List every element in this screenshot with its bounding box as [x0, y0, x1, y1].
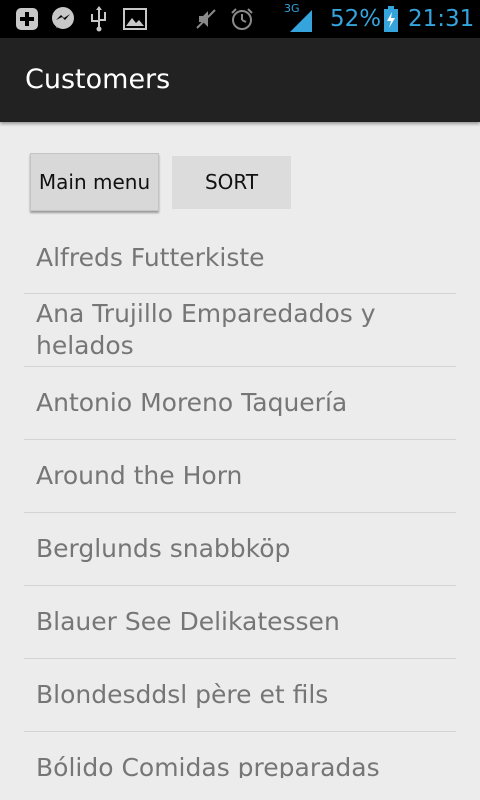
- battery-percent: 52%: [330, 6, 382, 32]
- battery-charging-icon: [383, 6, 399, 32]
- list-item[interactable]: Blondesddsl père et fils: [24, 659, 456, 732]
- alarm-icon: [229, 6, 255, 32]
- customer-name: Bólido Comidas preparadas: [36, 753, 380, 778]
- customer-name: Berglunds snabbköp: [36, 534, 291, 563]
- add-box-icon: [14, 6, 40, 32]
- customer-name: Alfreds Futterkiste: [36, 242, 265, 272]
- mute-icon: [193, 6, 219, 32]
- customer-name: Antonio Moreno Taquería: [36, 388, 348, 417]
- customer-list[interactable]: Alfreds Futterkiste Ana Trujillo Empared…: [0, 222, 480, 778]
- network-type: 3G: [284, 2, 300, 15]
- status-bar: 3G 52% 21:31: [0, 0, 480, 38]
- clock: 21:31: [408, 6, 475, 32]
- list-item[interactable]: Berglunds snabbköp: [24, 513, 456, 586]
- image-icon: [122, 6, 148, 32]
- customer-name: Around the Horn: [36, 461, 243, 490]
- list-item[interactable]: Around the Horn: [24, 440, 456, 513]
- usb-icon: [88, 6, 114, 32]
- list-item[interactable]: Bólido Comidas preparadas: [24, 732, 456, 778]
- list-item[interactable]: Alfreds Futterkiste: [24, 222, 456, 294]
- action-bar: Customers: [0, 38, 480, 122]
- main-menu-button[interactable]: Main menu: [30, 153, 159, 211]
- customer-name: Blondesddsl père et fils: [36, 680, 329, 709]
- messenger-icon: [50, 6, 76, 32]
- customer-name: Blauer See Delikatessen: [36, 607, 340, 636]
- list-item[interactable]: Antonio Moreno Taquería: [24, 367, 456, 440]
- page-title: Customers: [25, 64, 171, 95]
- list-item[interactable]: Ana Trujillo Emparedados y helados: [24, 294, 456, 367]
- sort-button[interactable]: SORT: [172, 156, 291, 209]
- list-item[interactable]: Blauer See Delikatessen: [24, 586, 456, 659]
- customer-name: Ana Trujillo Emparedados y helados: [36, 299, 376, 360]
